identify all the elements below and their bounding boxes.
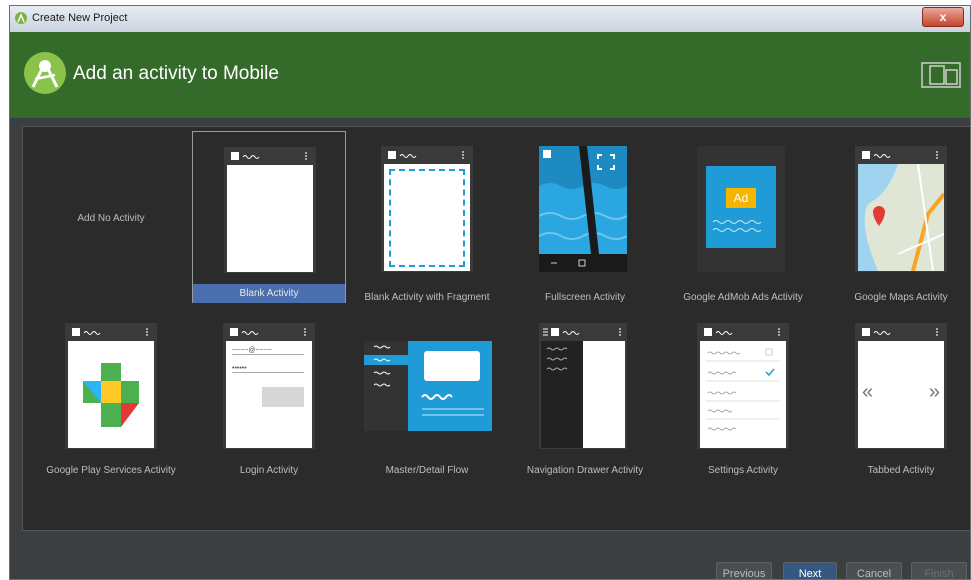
activity-label: Add No Activity xyxy=(77,213,145,224)
phone-preview xyxy=(381,146,473,272)
activity-tile-admob[interactable]: Ad Google AdMob Ads Activity xyxy=(666,130,820,303)
activity-tile-maps[interactable]: Google Maps Activity xyxy=(824,130,970,303)
ad-text-lines-icon xyxy=(712,220,762,232)
page-title: Add an activity to Mobile xyxy=(73,63,279,84)
phone-preview xyxy=(697,323,789,449)
phone-preview: Ad xyxy=(697,146,785,272)
activity-label: Master/Detail Flow xyxy=(385,465,469,476)
phone-preview xyxy=(65,323,157,449)
phone-preview xyxy=(224,147,316,273)
android-studio-icon xyxy=(15,12,27,24)
activity-tile-nav-drawer[interactable]: Navigation Drawer Activity xyxy=(508,319,662,491)
activity-tile-login[interactable]: ~~~~@~~~~ •••••• Login Activity xyxy=(192,319,346,491)
activity-label: Navigation Drawer Activity xyxy=(526,465,644,476)
activity-tile-tabbed[interactable]: « » Tabbed Activity xyxy=(824,319,970,491)
swipe-left-icon: « xyxy=(862,381,874,403)
activity-label: Google AdMob Ads Activity xyxy=(683,292,803,303)
drawer-panel-icon xyxy=(541,341,583,448)
window-title: Create New Project xyxy=(32,12,128,24)
title-bar: Create New Project x xyxy=(10,6,970,33)
activity-tile-no-activity[interactable]: Add No Activity xyxy=(34,130,188,302)
finish-button[interactable]: Finish xyxy=(911,562,967,579)
activity-tile-master-detail[interactable]: Master/Detail Flow xyxy=(350,319,504,491)
activity-label: Fullscreen Activity xyxy=(544,292,626,303)
wizard-header: Add an activity to Mobile xyxy=(10,32,970,118)
activity-label: Google Maps Activity xyxy=(854,292,948,303)
fullscreen-preview xyxy=(539,146,627,272)
android-studio-logo-icon xyxy=(24,52,66,94)
fullscreen-waves-icon xyxy=(539,146,627,272)
status-bar-icon xyxy=(543,328,621,336)
close-button[interactable]: x xyxy=(922,7,964,27)
password-field: •••••• xyxy=(232,365,304,373)
sign-in-button xyxy=(262,387,304,407)
activity-tile-blank-fragment[interactable]: Blank Activity with Fragment xyxy=(350,130,504,303)
activity-tile-fullscreen[interactable]: Fullscreen Activity xyxy=(508,130,662,303)
phone-preview xyxy=(855,146,947,272)
activity-label: Blank Activity with Fragment xyxy=(364,292,490,303)
master-detail-preview-icon xyxy=(364,341,492,431)
phone-preview xyxy=(539,323,627,449)
cancel-button[interactable]: Cancel xyxy=(846,562,902,579)
mobile-device-icon xyxy=(921,62,961,88)
map-preview-icon xyxy=(858,164,944,271)
status-bar-icon xyxy=(230,328,306,336)
status-bar-icon xyxy=(862,328,938,336)
email-field: ~~~~@~~~~ xyxy=(232,347,304,355)
activity-tile-blank[interactable]: Blank Activity xyxy=(192,131,346,303)
phone-preview: ~~~~@~~~~ •••••• xyxy=(223,323,315,449)
ad-card: Ad xyxy=(706,166,776,248)
activity-label: Tabbed Activity xyxy=(867,465,935,476)
activity-gallery: Add No Activity Blank Activity Blank Act… xyxy=(22,126,970,531)
phone-preview: « » xyxy=(855,323,947,449)
activity-label: Settings Activity xyxy=(707,465,779,476)
previous-button[interactable]: Previous xyxy=(716,562,772,579)
create-project-window: Create New Project x Add an activity to … xyxy=(9,5,971,580)
activity-label: Blank Activity xyxy=(193,284,345,303)
ad-badge: Ad xyxy=(726,188,756,208)
status-bar-icon xyxy=(388,151,464,159)
status-bar-icon xyxy=(862,151,938,159)
activity-label: Google Play Services Activity xyxy=(46,465,176,476)
play-services-icon xyxy=(83,363,139,427)
status-bar-icon xyxy=(231,152,307,160)
activity-tile-play-services[interactable]: Google Play Services Activity xyxy=(34,319,188,491)
swipe-right-icon: » xyxy=(928,381,940,403)
settings-list-icon xyxy=(706,348,780,431)
status-bar-icon xyxy=(72,328,148,336)
next-button[interactable]: Next xyxy=(783,562,837,579)
status-bar-icon xyxy=(704,328,780,336)
activity-tile-settings[interactable]: Settings Activity xyxy=(666,319,820,491)
activity-label: Login Activity xyxy=(239,465,299,476)
fragment-placeholder xyxy=(389,169,465,267)
